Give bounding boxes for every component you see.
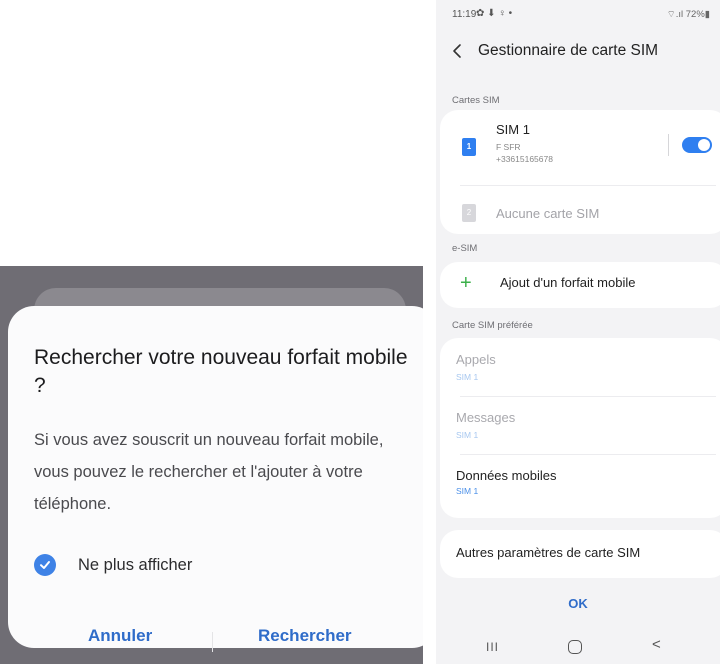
calls-value: SIM 1 — [456, 372, 479, 382]
card-divider — [460, 454, 716, 455]
home-icon[interactable] — [568, 640, 582, 654]
recent-apps-icon[interactable]: III — [486, 640, 499, 654]
search-button[interactable]: Rechercher — [258, 626, 352, 646]
mobile-data-value: SIM 1 — [456, 486, 479, 496]
section-esim: e-SIM — [452, 243, 478, 254]
other-sim-settings-row[interactable]: Autres paramètres de carte SIM — [440, 530, 720, 578]
add-mobile-plan-row[interactable]: + Ajout d'un forfait mobile — [440, 262, 720, 308]
signal-battery-icon: ⌔.ıl 72%▮ — [666, 9, 710, 20]
back-arrow-icon[interactable] — [448, 41, 468, 61]
checkbox-label: Ne plus afficher — [78, 555, 193, 574]
add-mobile-plan-label: Ajout d'un forfait mobile — [500, 275, 636, 290]
preferred-sim-card: Appels SIM 1 Messages SIM 1 Données mobi… — [440, 338, 720, 518]
messages-label: Messages — [456, 410, 516, 425]
notification-icons: ✿ ⬇ ♀ • — [476, 8, 513, 19]
sim-cards-card: 1 SIM 1 F SFR +33615165678 2 Aucune cart… — [440, 110, 720, 234]
status-time: 11:19 — [452, 9, 477, 20]
page-title: Gestionnaire de carte SIM — [478, 42, 659, 59]
section-sim-cards: Cartes SIM — [452, 95, 500, 106]
status-bar: 11:19 ✿ ⬇ ♀ • ⌔.ıl 72%▮ — [436, 0, 720, 26]
app-bar: Gestionnaire de carte SIM — [436, 30, 720, 74]
other-sim-settings-label: Autres paramètres de carte SIM — [456, 545, 641, 560]
checkmark-icon[interactable] — [34, 554, 56, 576]
dialog-title: Rechercher votre nouveau forfait mobile … — [34, 346, 408, 397]
sim1-operator: F SFR — [496, 142, 521, 152]
sim-card-icon: 1 — [462, 138, 476, 156]
sim1-name[interactable]: SIM 1 — [496, 122, 530, 137]
button-divider — [212, 632, 213, 652]
dont-show-again-checkbox[interactable]: Ne plus afficher — [34, 554, 192, 576]
empty-sim-icon: 2 — [462, 204, 476, 222]
card-divider — [460, 396, 716, 397]
search-plan-dialog: Rechercher votre nouveau forfait mobile … — [8, 306, 423, 652]
card-divider — [460, 185, 716, 186]
section-preferred-sim: Carte SIM préférée — [452, 320, 533, 331]
sim1-number: +33615165678 — [496, 154, 553, 164]
navigation-bar: III < — [436, 632, 720, 664]
plus-icon: + — [460, 272, 472, 294]
messages-value: SIM 1 — [456, 430, 479, 440]
ok-button[interactable]: OK — [436, 596, 720, 611]
nav-back-icon[interactable]: < — [652, 636, 661, 653]
no-sim-label: Aucune carte SIM — [496, 206, 600, 221]
dialog-buttons: Annuler Rechercher — [8, 626, 423, 664]
cancel-button[interactable]: Annuler — [88, 626, 152, 646]
toggle-divider — [668, 134, 669, 156]
dialog-message: Si vous avez souscrit un nouveau forfait… — [34, 431, 384, 513]
sim-manager-screenshot: 11:19 ✿ ⬇ ♀ • ⌔.ıl 72%▮ Gestionnaire de … — [436, 0, 720, 664]
calls-label: Appels — [456, 352, 496, 367]
toggle-knob — [698, 139, 710, 151]
mobile-data-label[interactable]: Données mobiles — [456, 468, 556, 483]
sim1-toggle[interactable] — [682, 137, 712, 153]
dialog-screenshot: Rechercher votre nouveau forfait mobile … — [0, 266, 423, 664]
